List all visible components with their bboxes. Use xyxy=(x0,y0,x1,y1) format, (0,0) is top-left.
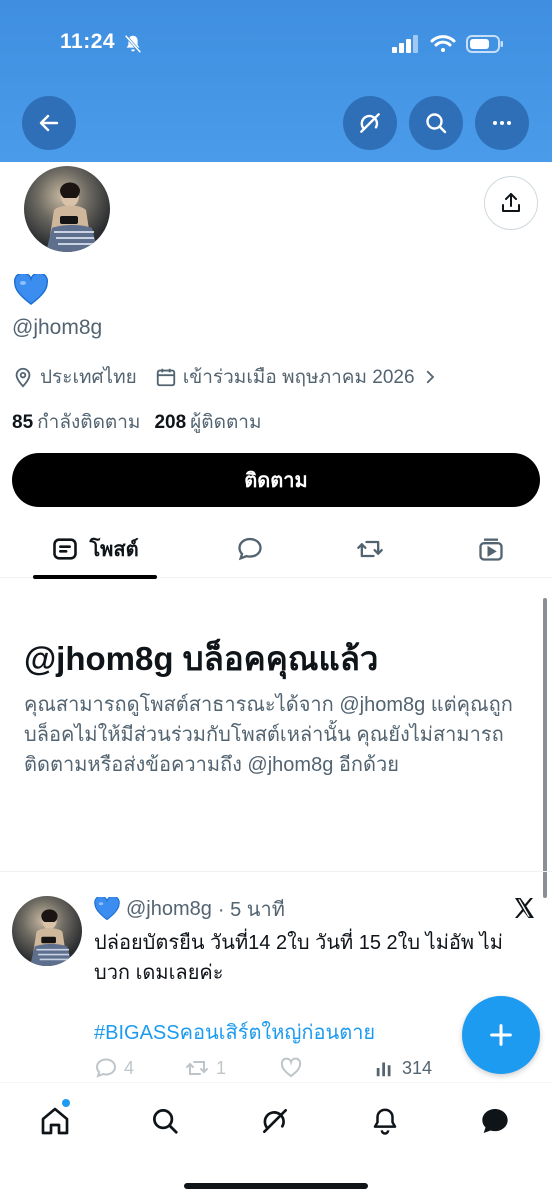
search-button[interactable] xyxy=(409,96,463,150)
following-count: 85 xyxy=(12,412,34,433)
tweet-actions: 4 1 314 xyxy=(94,1054,534,1082)
tab-active-indicator xyxy=(33,575,157,579)
grok-button[interactable] xyxy=(343,96,397,150)
divider xyxy=(0,871,552,872)
profile-avatar[interactable] xyxy=(20,162,114,256)
blue-heart-icon xyxy=(94,897,120,921)
views-action[interactable]: 314 xyxy=(374,1057,432,1079)
like-action[interactable] xyxy=(279,1056,374,1080)
home-icon xyxy=(41,1107,69,1135)
tab-posts[interactable]: โพสต์ xyxy=(33,520,157,578)
battery-icon xyxy=(466,34,504,59)
heart-icon xyxy=(280,1057,302,1078)
home-indicator xyxy=(184,1183,368,1189)
follow-stats: 85 กำลังติดตาม 208 ผู้ติดตาม xyxy=(12,407,262,437)
blocked-description: คุณสามารถดูโพสต์สาธารณะได้จาก @jhom8g แต… xyxy=(24,694,513,776)
plus-icon xyxy=(490,1024,512,1046)
tweet-header: 💙 @jhom8g · 5 นาที xyxy=(94,893,285,925)
followers-link[interactable]: 208 ผู้ติดตาม xyxy=(154,407,261,437)
repost-count: 1 xyxy=(216,1057,227,1078)
reply-icon xyxy=(95,1058,117,1078)
tweet-handle[interactable]: @jhom8g xyxy=(126,898,212,921)
reply-action[interactable]: 4 xyxy=(94,1056,184,1080)
reply-icon xyxy=(238,537,262,561)
blue-heart-icon xyxy=(13,272,49,305)
avatar-image xyxy=(24,166,110,252)
followers-count: 208 xyxy=(154,412,187,433)
following-label: กำลังติดตาม xyxy=(37,412,141,433)
tweet-time: · 5 นาที xyxy=(217,899,285,921)
profile-handle: @jhom8g xyxy=(12,316,103,339)
tab-posts-label: โพสต์ xyxy=(89,539,139,561)
tab-replies[interactable] xyxy=(228,520,272,578)
tweet-hashtag[interactable]: #BIGASSคอนเสิร์ตใหญ่ก่อนตาย xyxy=(94,1016,375,1048)
signal-icon xyxy=(392,35,420,58)
arrow-left-icon xyxy=(39,114,59,132)
profile-meta: ประเทศไทย เข้าร่วมเมือ พฤษภาคม 2026 xyxy=(12,362,457,392)
location: ประเทศไทย xyxy=(12,362,137,392)
follow-button[interactable]: ติดตาม xyxy=(12,453,540,507)
join-date[interactable]: เข้าร่วมเมือ พฤษภาคม 2026 xyxy=(155,362,439,392)
posts-icon xyxy=(53,538,78,560)
status-time: 11:24 xyxy=(60,30,116,53)
location-pin-icon xyxy=(15,367,31,388)
profile-banner: 11:24 xyxy=(0,0,552,162)
scrollbar[interactable] xyxy=(543,598,547,898)
following-link[interactable]: 85 กำลังติดตาม xyxy=(12,407,140,437)
tweet-text: ปล่อยบัตรยืน วันที่14 2ใบ วันที่ 15 2ใบ … xyxy=(94,932,503,984)
tab-reposts[interactable] xyxy=(348,520,392,578)
views-chart-icon xyxy=(376,1062,391,1077)
x-logo-icon xyxy=(512,896,536,925)
chevron-right-icon xyxy=(426,370,434,384)
views-count: 314 xyxy=(402,1057,433,1078)
more-options-button[interactable] xyxy=(475,96,529,150)
blocked-title: @jhom8g บล็อคคุณแล้ว xyxy=(24,640,379,677)
share-icon xyxy=(502,193,520,212)
repost-action[interactable]: 1 xyxy=(184,1056,279,1080)
compose-post-button[interactable] xyxy=(462,996,540,1074)
repost-icon xyxy=(186,1061,208,1075)
join-date-text: เข้าร่วมเมือ พฤษภาคม 2026 xyxy=(182,367,415,388)
back-button[interactable] xyxy=(22,96,76,150)
tab-media[interactable] xyxy=(469,520,513,578)
home-notification-dot xyxy=(62,1099,70,1107)
search-icon xyxy=(153,1109,178,1134)
nav-notifications[interactable] xyxy=(365,1101,405,1141)
bell-icon xyxy=(373,1108,397,1135)
nav-search[interactable] xyxy=(145,1101,185,1141)
search-icon xyxy=(426,113,447,134)
followers-label: ผู้ติดตาม xyxy=(190,412,262,433)
nav-messages[interactable] xyxy=(475,1101,515,1141)
chat-bubble-icon xyxy=(482,1109,508,1133)
video-icon xyxy=(479,538,503,561)
tweet-author-avatar[interactable] xyxy=(12,896,82,966)
calendar-icon xyxy=(156,368,175,387)
profile-tabs: โพสต์ xyxy=(0,520,552,578)
bell-muted-icon xyxy=(122,33,144,60)
nav-home[interactable] xyxy=(35,1101,75,1141)
repost-icon xyxy=(357,540,383,558)
share-profile-button[interactable] xyxy=(484,176,538,230)
reply-count: 4 xyxy=(124,1057,135,1078)
location-text: ประเทศไทย xyxy=(40,367,137,388)
grok-icon xyxy=(360,113,380,133)
wifi-icon xyxy=(430,34,456,59)
nav-grok[interactable] xyxy=(255,1101,295,1141)
grok-icon xyxy=(263,1109,287,1133)
bio-heart-emoji: 💙 xyxy=(13,272,49,311)
more-icon xyxy=(493,121,511,125)
